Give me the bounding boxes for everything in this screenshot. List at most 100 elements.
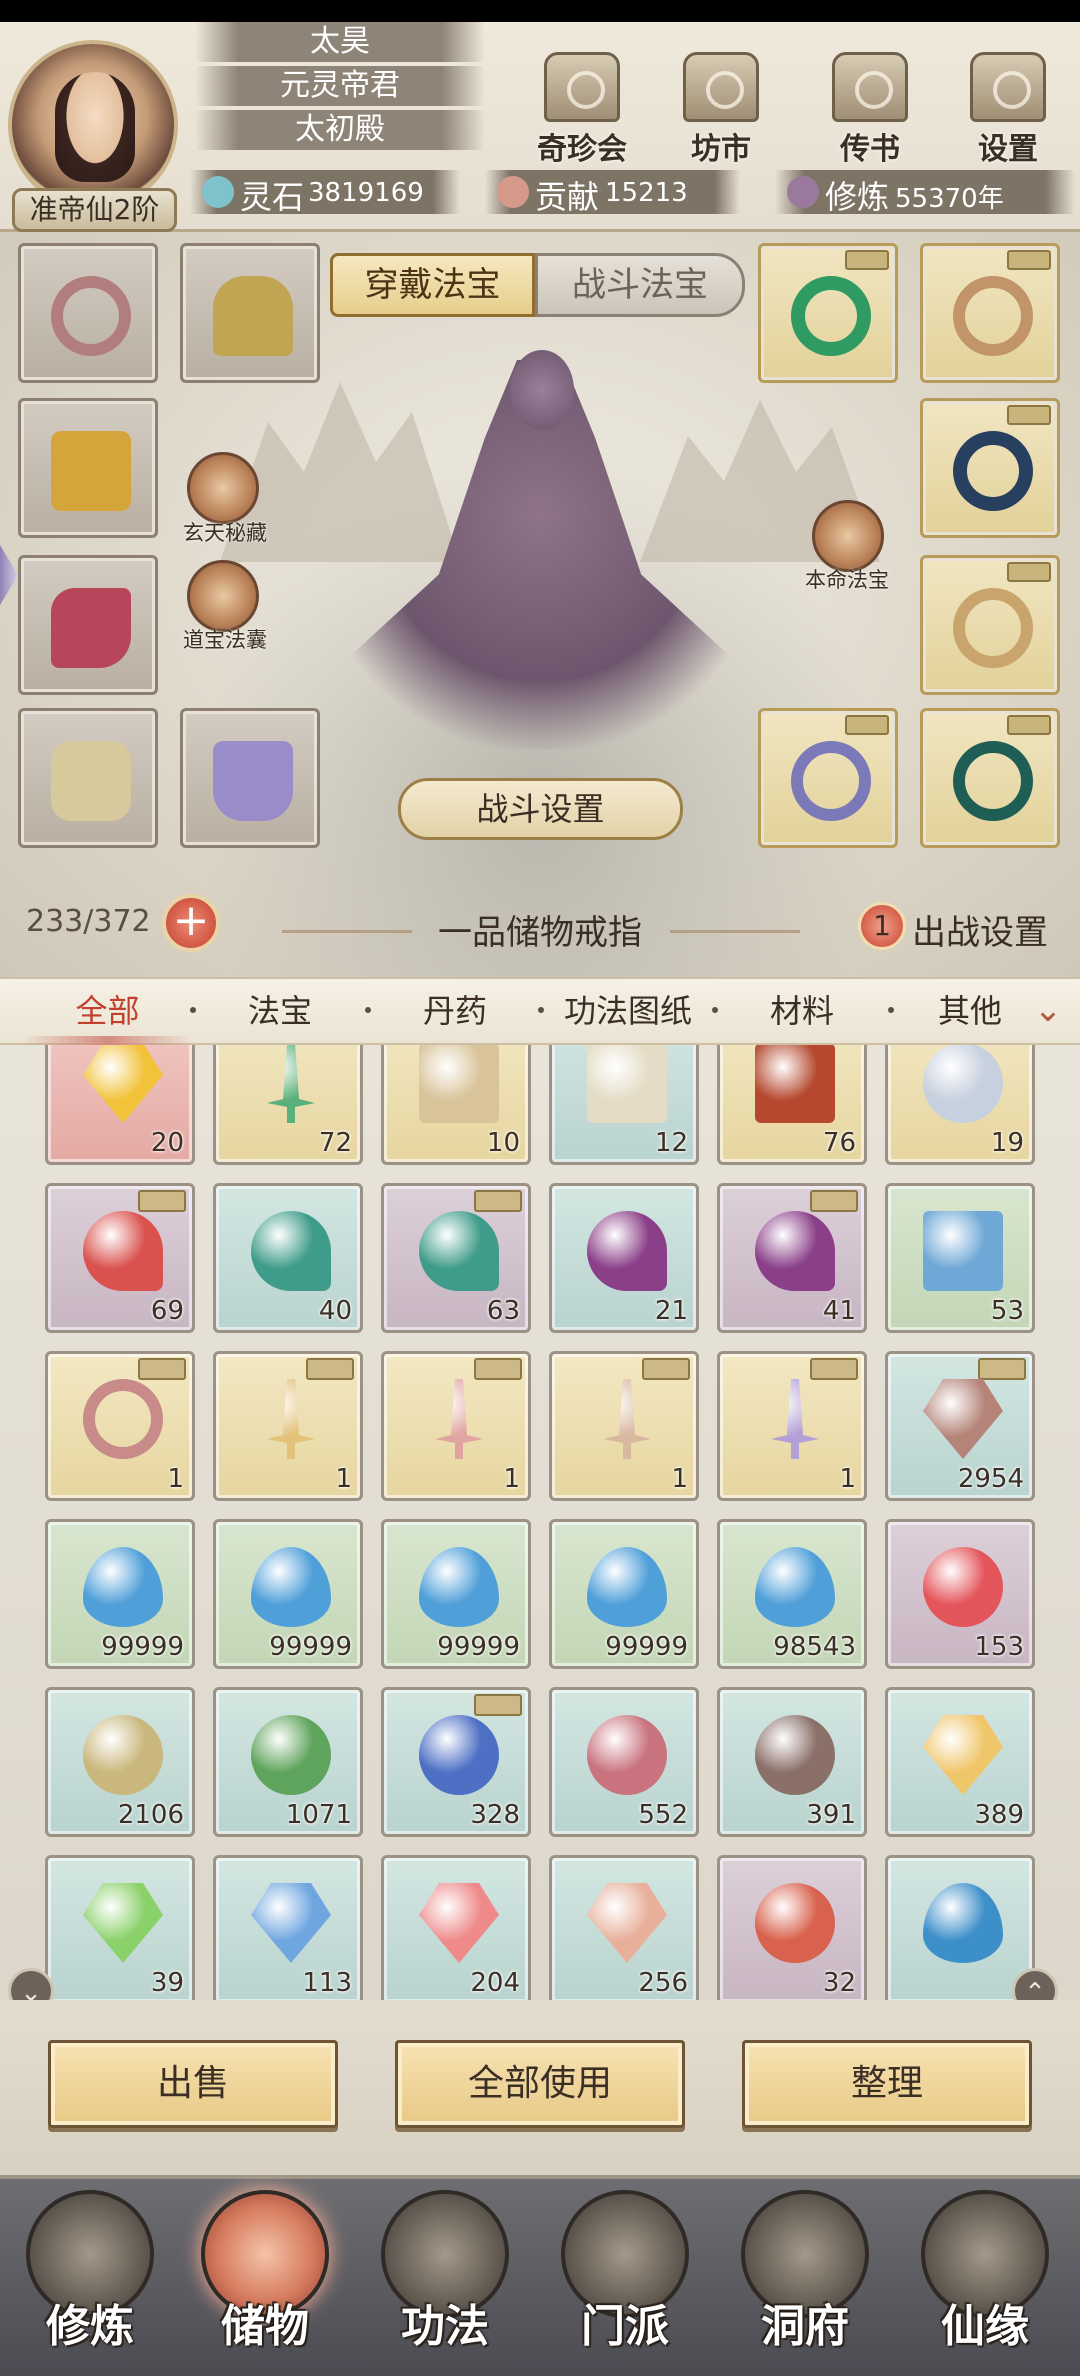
inventory-slot[interactable]: 204 bbox=[381, 1855, 531, 2000]
inventory-slot[interactable]: 21 bbox=[549, 1183, 699, 1333]
inventory-slot[interactable]: 39 bbox=[45, 1855, 195, 2000]
equip-slot-ring-5[interactable] bbox=[758, 708, 898, 848]
tab-others[interactable]: 其他 bbox=[900, 979, 1040, 1043]
lock-badge bbox=[474, 1694, 522, 1716]
nav-sect[interactable]: 门派 bbox=[545, 2190, 705, 2360]
cultivation-counter: 修炼 55370年 bbox=[775, 170, 1075, 216]
inventory-slot[interactable]: 19 bbox=[885, 1045, 1035, 1165]
tab-materials[interactable]: 材料 bbox=[732, 979, 872, 1043]
inventory-slot[interactable]: 99999 bbox=[381, 1519, 531, 1669]
inventory-slot[interactable]: 99999 bbox=[549, 1519, 699, 1669]
inventory-slot[interactable]: 10 bbox=[381, 1045, 531, 1165]
inventory-slot[interactable]: 98543 bbox=[717, 1519, 867, 1669]
inventory-slot[interactable]: 256 bbox=[549, 1855, 699, 2000]
equip-slot-armor[interactable] bbox=[18, 398, 158, 538]
lock-badge bbox=[845, 250, 889, 270]
nav-immortal-fate[interactable]: 仙缘 bbox=[905, 2190, 1065, 2360]
inventory-slot[interactable]: 1 bbox=[45, 1351, 195, 1501]
water-drop-icon bbox=[587, 1547, 667, 1627]
equip-slot-ring-1[interactable] bbox=[758, 243, 898, 383]
helmet-icon bbox=[213, 276, 293, 356]
inventory-slot[interactable]: 391 bbox=[717, 1687, 867, 1837]
realm-badge: 准帝仙2阶 bbox=[12, 188, 177, 232]
inventory-slot[interactable]: 1 bbox=[549, 1351, 699, 1501]
tab-treasure[interactable]: 法宝 bbox=[210, 979, 350, 1043]
equip-slot-ring-2[interactable] bbox=[920, 243, 1060, 383]
nav-cultivate[interactable]: 修炼 bbox=[10, 2190, 170, 2360]
lock-badge bbox=[978, 1358, 1026, 1380]
inventory-slot[interactable]: 76 bbox=[717, 1045, 867, 1165]
inventory-slot[interactable]: 99999 bbox=[45, 1519, 195, 1669]
item-quantity: 552 bbox=[638, 1800, 688, 1830]
tab-wear-treasure[interactable]: 穿戴法宝 bbox=[330, 253, 535, 317]
boots-icon bbox=[213, 741, 293, 821]
inventory-slot[interactable]: 2106 bbox=[45, 1687, 195, 1837]
jade-ring-icon bbox=[791, 276, 871, 356]
inventory-slot[interactable]: 40 bbox=[213, 1183, 363, 1333]
mystic-vault-icon[interactable] bbox=[187, 452, 259, 524]
lock-badge bbox=[474, 1190, 522, 1212]
treasure-pouch-icon[interactable] bbox=[187, 560, 259, 632]
battle-settings-button[interactable]: 战斗设置 bbox=[398, 778, 683, 840]
contribution-icon bbox=[497, 176, 529, 208]
book-icon bbox=[587, 1045, 667, 1123]
inventory-slot[interactable]: 1071 bbox=[213, 1687, 363, 1837]
inventory-slot[interactable]: 72 bbox=[213, 1045, 363, 1165]
equip-slot-gloves[interactable] bbox=[18, 555, 158, 695]
inventory-slot[interactable]: 153 bbox=[885, 1519, 1035, 1669]
lock-badge bbox=[474, 1358, 522, 1380]
lock-badge bbox=[306, 1358, 354, 1380]
inventory-slot[interactable]: 20 bbox=[45, 1045, 195, 1165]
deploy-settings-button[interactable]: 出战设置 bbox=[912, 905, 1048, 954]
nav-storage[interactable]: 储物 bbox=[185, 2190, 345, 2360]
inventory-slot[interactable]: 1 bbox=[213, 1351, 363, 1501]
item-quantity: 19 bbox=[990, 1128, 1024, 1158]
item-quantity: 76 bbox=[822, 1128, 856, 1158]
inventory-slot[interactable]: 12 bbox=[549, 1045, 699, 1165]
expand-capacity-button[interactable]: + bbox=[162, 894, 220, 952]
equip-slot-belt[interactable] bbox=[18, 708, 158, 848]
nav-cave-dwelling[interactable]: 洞府 bbox=[725, 2190, 885, 2360]
settings-button[interactable]: 设置 bbox=[960, 52, 1056, 167]
tab-battle-treasure[interactable]: 战斗法宝 bbox=[535, 253, 745, 317]
lock-badge bbox=[138, 1190, 186, 1212]
tab-all[interactable]: 全部 bbox=[40, 979, 175, 1043]
natal-treasure-icon[interactable] bbox=[812, 500, 884, 572]
inventory-slot[interactable]: 2954 bbox=[885, 1351, 1035, 1501]
chevron-down-icon[interactable]: ⌄ bbox=[1028, 990, 1068, 1030]
equip-slot-ring[interactable] bbox=[18, 243, 158, 383]
inventory-slot[interactable]: 1 bbox=[381, 1351, 531, 1501]
equip-slot-helmet[interactable] bbox=[180, 243, 320, 383]
organize-button[interactable]: 整理 bbox=[742, 2040, 1032, 2128]
mail-button[interactable]: 传书 bbox=[822, 52, 918, 167]
yellow-orb-icon bbox=[83, 1715, 163, 1795]
equip-slot-ring-3[interactable] bbox=[920, 398, 1060, 538]
item-quantity: 12 bbox=[654, 1128, 688, 1158]
inventory-slot[interactable]: 1 bbox=[717, 1351, 867, 1501]
inventory-slot[interactable]: 63 bbox=[381, 1183, 531, 1333]
equip-slot-ring-6[interactable] bbox=[920, 708, 1060, 848]
inventory-slot[interactable]: 552 bbox=[549, 1687, 699, 1837]
inventory-slot[interactable]: 69 bbox=[45, 1183, 195, 1333]
inventory-slot[interactable]: 328 bbox=[381, 1687, 531, 1837]
lock-badge bbox=[845, 715, 889, 735]
inventory-slot[interactable]: 99999 bbox=[213, 1519, 363, 1669]
equip-slot-ring-4[interactable] bbox=[920, 555, 1060, 695]
treasure-hall-button[interactable]: 奇珍会 bbox=[534, 52, 630, 167]
sell-button[interactable]: 出售 bbox=[48, 2040, 338, 2128]
inventory-slot[interactable] bbox=[885, 1855, 1035, 2000]
inventory-slot[interactable]: 53 bbox=[885, 1183, 1035, 1333]
use-all-button[interactable]: 全部使用 bbox=[395, 2040, 685, 2128]
inventory-slot[interactable]: 32 bbox=[717, 1855, 867, 2000]
inventory-slot[interactable]: 41 bbox=[717, 1183, 867, 1333]
inventory-slot[interactable]: 389 bbox=[885, 1687, 1035, 1837]
item-quantity: 2954 bbox=[957, 1464, 1024, 1494]
cultivation-label: 修炼 bbox=[825, 178, 890, 216]
equip-slot-boots[interactable] bbox=[180, 708, 320, 848]
inventory-slot[interactable]: 113 bbox=[213, 1855, 363, 2000]
item-quantity: 41 bbox=[822, 1296, 856, 1326]
nav-technique[interactable]: 功法 bbox=[365, 2190, 525, 2360]
tab-techniques[interactable]: 功法图纸 bbox=[548, 979, 708, 1043]
tab-pills[interactable]: 丹药 bbox=[385, 979, 525, 1043]
market-button[interactable]: 坊市 bbox=[673, 52, 769, 167]
